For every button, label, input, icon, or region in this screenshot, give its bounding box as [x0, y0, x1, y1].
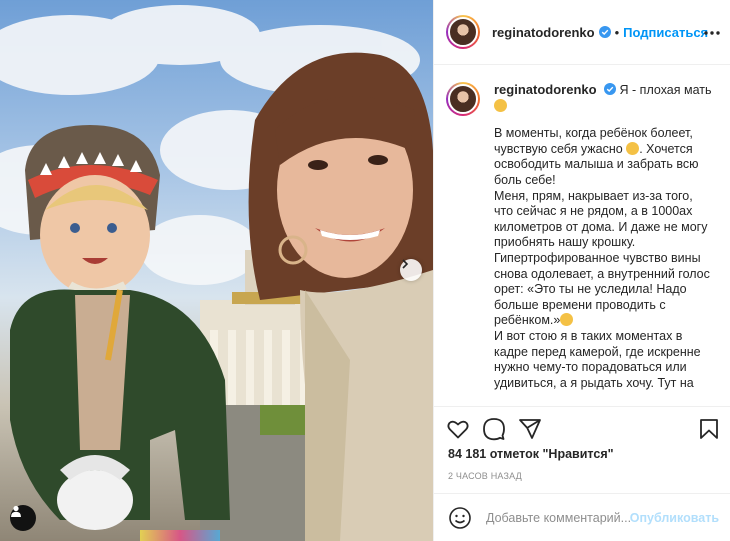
more-horizontal-icon[interactable]: [703, 24, 721, 42]
heart-icon[interactable]: [446, 417, 470, 441]
caption-first-line: reginatodorenko Я - плохая мать: [494, 82, 715, 114]
author-username[interactable]: reginatodorenko: [492, 25, 595, 40]
carousel-next-button[interactable]: [400, 259, 422, 281]
post-header: reginatodorenko • Подписаться: [434, 0, 730, 65]
user-icon: [11, 505, 21, 517]
likes-count[interactable]: 84 181 отметок "Нравится": [448, 447, 614, 461]
caption-line: Меня, прям, накрывает из-за того, что се…: [494, 188, 710, 328]
caption-author-avatar[interactable]: [446, 82, 480, 116]
verified-badge-icon: [598, 26, 611, 38]
caption-paragraph: Меня, прям, накрывает из-за того, что се…: [494, 189, 715, 329]
comment-icon[interactable]: [482, 417, 506, 441]
caption-paragraph: В моменты, когда ребёнок болеет, чувству…: [494, 126, 715, 188]
avatar-image: [448, 17, 478, 47]
follow-button[interactable]: Подписаться: [623, 25, 708, 40]
avatar-image: [448, 84, 478, 114]
post-timestamp[interactable]: 2 часов назад: [448, 471, 522, 481]
crying-face-icon: [494, 98, 507, 112]
caption-text: reginatodorenko Я - плохая мать В момент…: [494, 82, 715, 391]
sticker-decoration: [140, 530, 220, 541]
caption-title: Я - плохая мать: [619, 83, 712, 97]
publish-button[interactable]: Опубликовать: [630, 511, 719, 525]
send-icon[interactable]: [518, 417, 542, 441]
post-details-panel: reginatodorenko • Подписаться reginatodo…: [433, 0, 730, 541]
comment-input[interactable]: [486, 510, 636, 525]
caption-username[interactable]: reginatodorenko: [494, 82, 597, 97]
action-bar: [434, 406, 730, 450]
separator-dot: •: [614, 24, 620, 40]
caption: reginatodorenko Я - плохая мать В момент…: [446, 82, 715, 391]
bookmark-icon[interactable]: [697, 417, 721, 441]
author-avatar[interactable]: [446, 15, 480, 49]
tagged-users-button[interactable]: [10, 505, 36, 531]
caption-area[interactable]: reginatodorenko Я - плохая мать В момент…: [434, 66, 730, 406]
comment-form: Опубликовать: [434, 493, 730, 541]
weary-face-icon: [560, 313, 574, 327]
post-photo[interactable]: [0, 0, 433, 541]
smiley-icon[interactable]: [448, 506, 472, 530]
photo-illustration: [0, 5, 433, 541]
chevron-right-icon: [402, 259, 409, 269]
verified-badge-icon: [604, 83, 617, 95]
sad-face-icon: [626, 141, 640, 155]
caption-paragraph: И вот стою я в таких моментах в кадре пе…: [494, 328, 701, 390]
